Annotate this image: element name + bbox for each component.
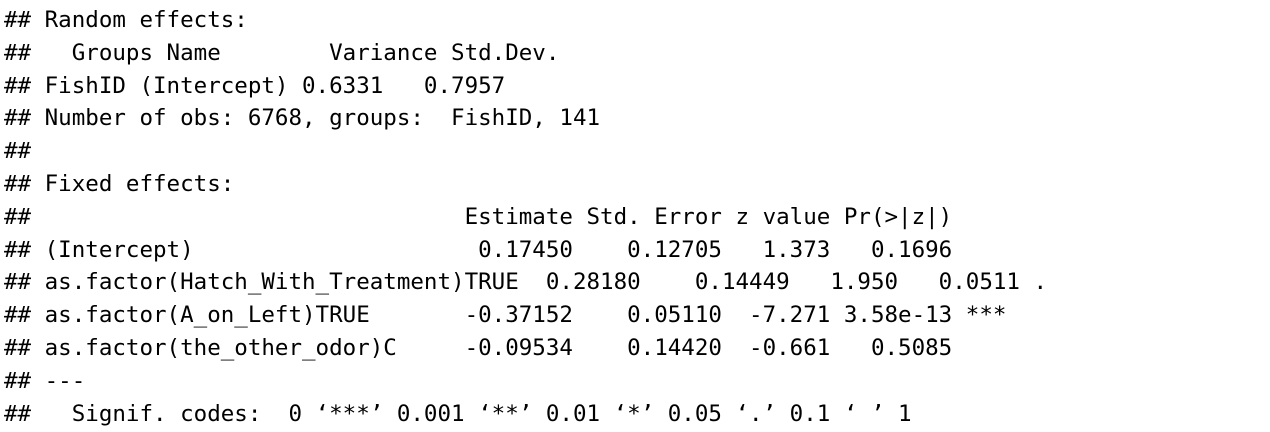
- fixed-effects-row-intercept: ## (Intercept) 0.17450 0.12705 1.373 0.1…: [4, 236, 953, 263]
- random-effects-header-row: ## Groups Name Variance Std.Dev.: [4, 39, 560, 66]
- random-effects-row-fishid: ## FishID (Intercept) 0.6331 0.7957: [4, 72, 506, 99]
- fixed-effects-row-a-on-left: ## as.factor(A_on_Left)TRUE -0.37152 0.0…: [4, 302, 1007, 329]
- fixed-effects-row-hatch-treatment: ## as.factor(Hatch_With_Treatment)TRUE 0…: [4, 269, 1048, 296]
- random-effects-heading: ## Random effects:: [4, 7, 248, 33]
- obs-groups-line: ## Number of obs: 6768, groups: FishID, …: [4, 105, 601, 132]
- signif-codes-line: ## Signif. codes: 0 ‘***’ 0.001 ‘**’ 0.0…: [4, 400, 912, 427]
- blank-comment-line: ##: [4, 138, 32, 165]
- fixed-effects-row-other-odor: ## as.factor(the_other_odor)C -0.09534 0…: [4, 334, 953, 361]
- separator-line: ## ---: [4, 367, 86, 394]
- fixed-effects-header-row: ## Estimate Std. Error z value Pr(>|z|): [4, 203, 953, 230]
- r-console-output: ## Random effects: ## Groups Name Varianc…: [4, 4, 1047, 430]
- fixed-effects-heading: ## Fixed effects:: [4, 170, 235, 197]
